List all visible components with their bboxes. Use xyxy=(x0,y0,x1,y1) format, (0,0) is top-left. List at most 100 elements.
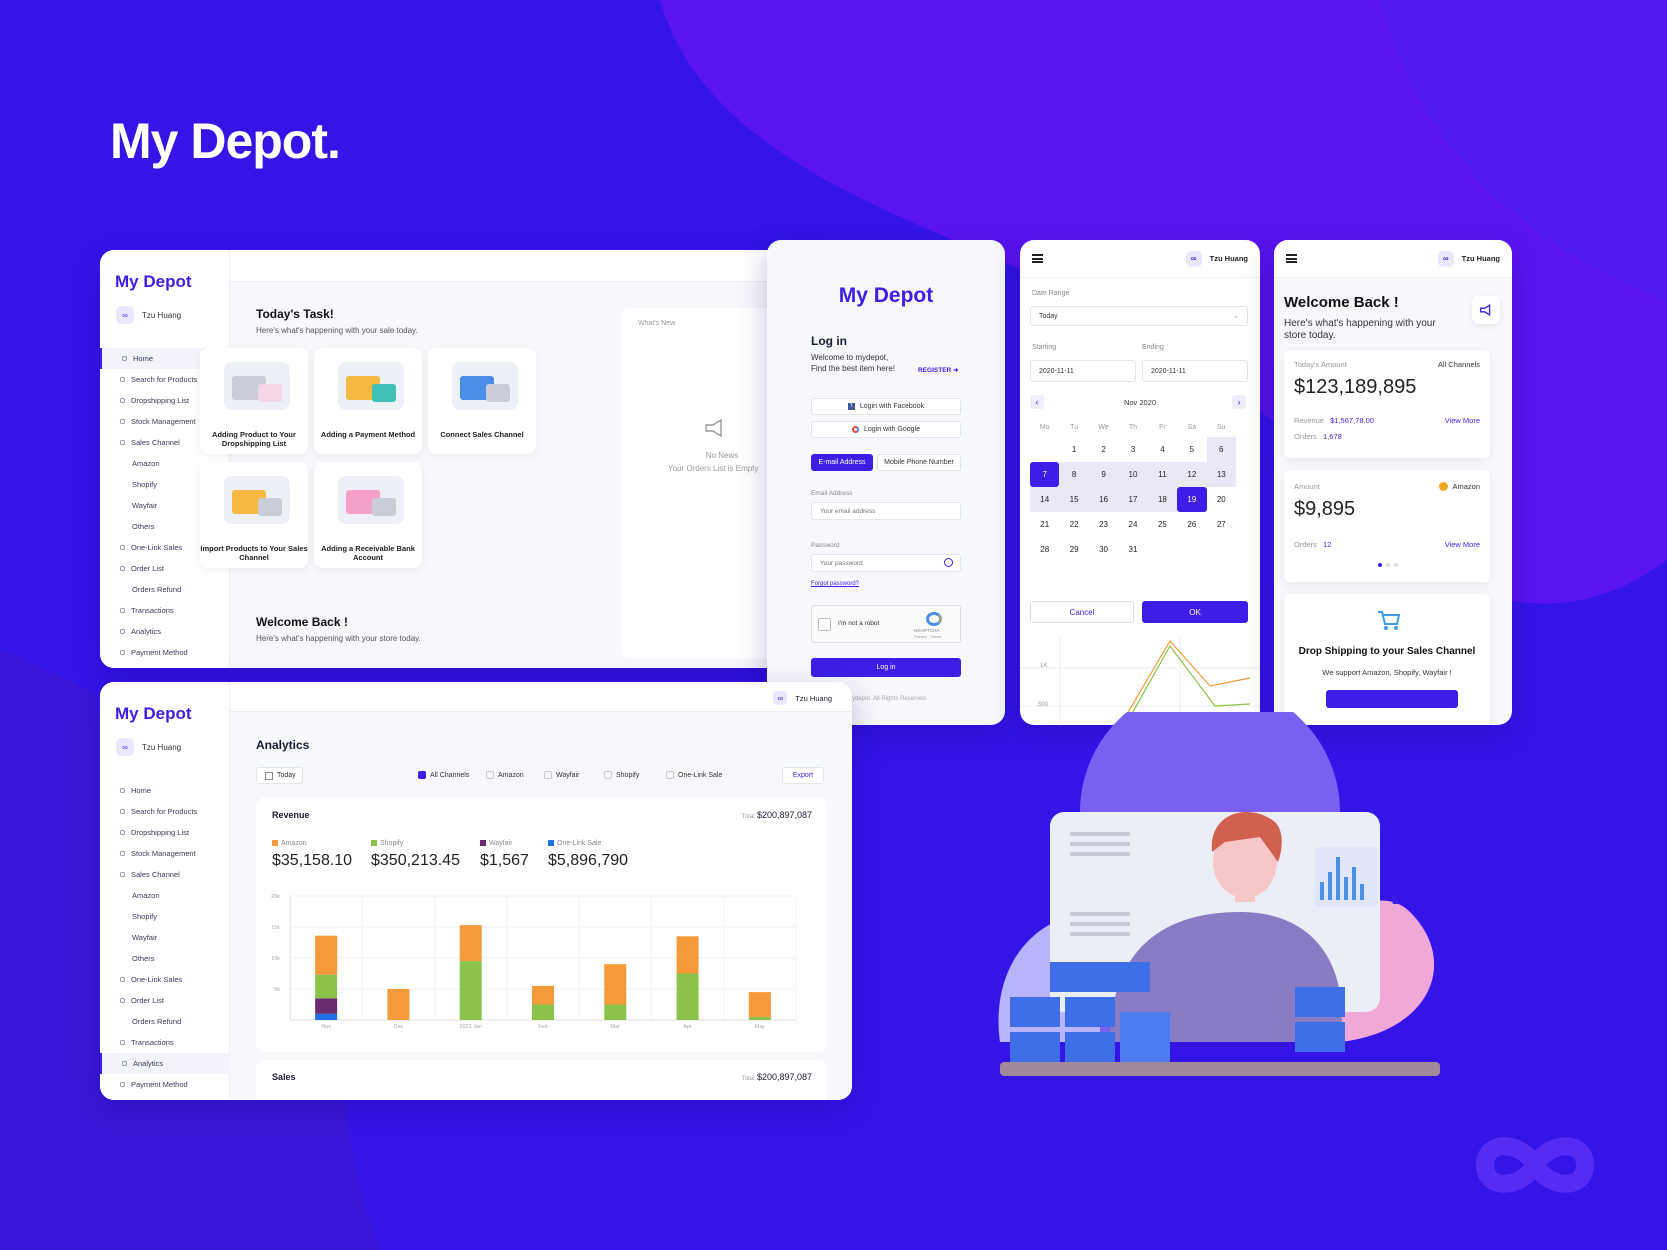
bar-amazon xyxy=(315,935,338,975)
chart-tick-1k: 1K xyxy=(1040,663,1048,669)
task-card-connect-sales-channel[interactable]: Connect Sales Channel xyxy=(428,348,536,454)
calendar-day[interactable]: 12 xyxy=(1177,462,1207,487)
announcement-button[interactable] xyxy=(1472,296,1500,324)
sidebar-item-label: Payment Method xyxy=(131,1080,188,1089)
sidebar-item-orders-refund[interactable]: Orders Refund xyxy=(100,1011,230,1032)
sidebar-item-others[interactable]: Others xyxy=(100,948,230,969)
eye-icon[interactable] xyxy=(944,558,953,567)
sidebar-item-sales-channel[interactable]: Sales Channel xyxy=(100,864,230,885)
calendar-day[interactable]: 14 xyxy=(1030,487,1060,512)
sidebar-item-home[interactable]: Home xyxy=(100,780,230,801)
calendar-day[interactable]: 27 xyxy=(1207,512,1236,537)
sidebar-item-label: Home xyxy=(131,786,152,795)
tab-email[interactable]: E-mail Address xyxy=(811,454,873,471)
filter-shopify[interactable]: Shopify xyxy=(604,771,639,779)
calendar-day[interactable]: 10 xyxy=(1118,462,1148,487)
calendar-day[interactable]: 21 xyxy=(1030,512,1059,537)
sidebar-item-wayfair[interactable]: Wayfair xyxy=(100,927,230,948)
user-profile[interactable]: ∞ Tzu Huang xyxy=(1437,250,1500,267)
user-profile[interactable]: ∞ Tzu Huang xyxy=(116,306,181,324)
calendar-day[interactable]: 6 xyxy=(1206,437,1236,462)
calendar-day[interactable]: 9 xyxy=(1088,462,1119,487)
sidebar-item-shopify[interactable]: Shopify xyxy=(100,906,230,927)
calendar-day[interactable]: 5 xyxy=(1177,437,1206,462)
chevron-right-icon[interactable]: › xyxy=(1232,395,1246,409)
calendar-day[interactable]: 8 xyxy=(1059,462,1089,487)
menu-icon[interactable] xyxy=(1032,254,1043,263)
user-profile[interactable]: ∞ Tzu Huang xyxy=(116,738,181,756)
ending-date-field[interactable]: 2020-11-11 xyxy=(1142,360,1248,382)
sidebar-item-order-list[interactable]: Order List xyxy=(100,990,230,1011)
today-amount-value: $123,189,895 xyxy=(1294,376,1417,398)
calendar-day[interactable]: 3 xyxy=(1118,437,1147,462)
sidebar-item-dropshipping-list[interactable]: Dropshipping List xyxy=(100,822,230,843)
sidebar-item-one-link-sales[interactable]: One-Link Sales xyxy=(100,969,230,990)
calendar-day[interactable]: 20 xyxy=(1207,487,1236,512)
calendar-day[interactable]: 7 xyxy=(1030,462,1060,487)
sidebar-item-label: Sales Channel xyxy=(131,438,180,447)
facebook-login-button[interactable]: f Login with Facebook xyxy=(811,398,961,415)
starting-date-field[interactable]: 2020-11-11 xyxy=(1030,360,1136,382)
login-button[interactable]: Log in xyxy=(811,658,961,677)
calendar-day[interactable]: 31 xyxy=(1118,537,1147,562)
date-range-select[interactable]: Today ⌄ xyxy=(1030,306,1248,326)
calendar-day[interactable]: 22 xyxy=(1059,512,1088,537)
recaptcha-checkbox[interactable] xyxy=(818,618,831,631)
task-card-adding-a-payment-method[interactable]: Adding a Payment Method xyxy=(314,348,422,454)
calendar-day[interactable]: 24 xyxy=(1118,512,1147,537)
calendar-day[interactable]: 13 xyxy=(1206,462,1236,487)
forgot-password-link[interactable]: Forgot password? xyxy=(811,581,859,587)
task-card-adding-product-to-your-dropshipping-list[interactable]: Adding Product to Your Dropshipping List xyxy=(200,348,308,454)
view-more-link-2[interactable]: View More xyxy=(1445,540,1480,549)
user-name: Tzu Huang xyxy=(1461,254,1500,263)
register-link[interactable]: REGISTER ➜ xyxy=(918,366,959,374)
user-profile[interactable]: ∞ Tzu Huang xyxy=(1185,250,1248,267)
task-card-adding-a-receivable-bank-account[interactable]: Adding a Receivable Bank Account xyxy=(314,462,422,568)
calendar-day[interactable]: 23 xyxy=(1089,512,1118,537)
sidebar-item-transactions[interactable]: Transactions xyxy=(100,1032,230,1053)
sidebar-item-amazon[interactable]: Amazon xyxy=(100,885,230,906)
sidebar-item-transactions[interactable]: Transactions xyxy=(100,600,230,621)
sidebar-item-search-for-products[interactable]: Search for Products xyxy=(100,801,230,822)
password-field[interactable] xyxy=(811,554,961,572)
calendar-day[interactable]: 18 xyxy=(1147,487,1178,512)
carousel-dots[interactable] xyxy=(1378,563,1398,567)
calendar-day[interactable]: 29 xyxy=(1059,537,1088,562)
menu-icon[interactable] xyxy=(1286,254,1297,263)
avatar: ∞ xyxy=(1185,250,1202,267)
google-login-button[interactable]: Login with Google xyxy=(811,421,961,438)
filter-wayfair[interactable]: Wayfair xyxy=(544,771,579,779)
sidebar-item-analytics[interactable]: Analytics xyxy=(100,1053,230,1074)
drop-shipping-button[interactable] xyxy=(1326,690,1458,708)
calendar-day[interactable]: 30 xyxy=(1089,537,1118,562)
sidebar-item-payment-method[interactable]: Payment Method xyxy=(100,642,230,663)
export-button[interactable]: Export xyxy=(782,767,824,784)
calendar-day[interactable]: 1 xyxy=(1059,437,1088,462)
sidebar-item-payment-method[interactable]: Payment Method xyxy=(100,1074,230,1095)
view-more-link[interactable]: View More xyxy=(1445,416,1480,425)
date-filter-button[interactable]: Today xyxy=(256,767,303,784)
weekday-tu: Tu xyxy=(1070,423,1079,431)
calendar-day[interactable]: 17 xyxy=(1118,487,1148,512)
filter-one-link-sale[interactable]: One-Link Sale xyxy=(666,771,722,779)
calendar-day[interactable]: 25 xyxy=(1148,512,1177,537)
calendar-day[interactable]: 2 xyxy=(1089,437,1118,462)
sidebar-item-analytics[interactable]: Analytics xyxy=(100,621,230,642)
calendar-day[interactable]: 4 xyxy=(1148,437,1177,462)
calendar-day[interactable]: 15 xyxy=(1059,487,1089,512)
task-card-import-products-to-your-sales-channel[interactable]: Import Products to Your Sales Channel xyxy=(200,462,308,568)
calendar-day[interactable]: 28 xyxy=(1030,537,1059,562)
filter-all-channels[interactable]: All Channels xyxy=(418,771,469,779)
tab-phone[interactable]: Mobile Phone Number xyxy=(877,454,961,471)
email-field[interactable] xyxy=(811,502,961,520)
sidebar-item-orders-refund[interactable]: Orders Refund xyxy=(100,579,230,600)
cancel-button[interactable]: Cancel xyxy=(1030,601,1134,623)
sidebar-item-stock-management[interactable]: Stock Management xyxy=(100,843,230,864)
user-profile[interactable]: ∞ Tzu Huang xyxy=(773,691,832,705)
calendar-day[interactable]: 11 xyxy=(1147,462,1178,487)
calendar-day[interactable]: 19 xyxy=(1177,487,1207,512)
ok-button[interactable]: OK xyxy=(1142,601,1248,623)
calendar-day[interactable]: 26 xyxy=(1177,512,1206,537)
calendar-day[interactable]: 16 xyxy=(1088,487,1119,512)
filter-amazon[interactable]: Amazon xyxy=(486,771,524,779)
